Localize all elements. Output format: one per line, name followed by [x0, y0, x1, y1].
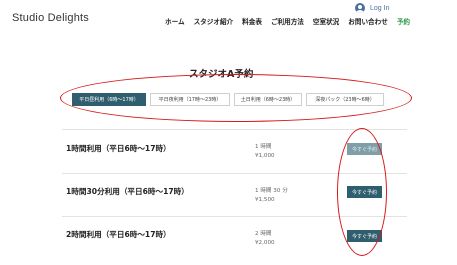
page-title: スタジオA予約: [189, 69, 254, 80]
nav-item-usage[interactable]: ご利用方法: [271, 16, 304, 26]
plan-name: 1時間利用（平日6時〜17時）: [66, 144, 171, 153]
nav-item-availability[interactable]: 空室状況: [313, 16, 339, 26]
divider: [62, 129, 407, 130]
plan-name: 1時間30分利用（平日6時〜17時）: [66, 187, 189, 196]
plan-name: 2時間利用（平日6時〜17時）: [66, 230, 171, 239]
nav-item-studio[interactable]: スタジオ紹介: [194, 16, 234, 26]
divider: [62, 173, 407, 174]
book-now-button[interactable]: 今すぐ予約: [347, 186, 382, 198]
login-link[interactable]: Log In: [355, 2, 389, 14]
plan-price: ¥1,500: [255, 197, 275, 203]
plan-duration: 1 時間: [255, 144, 272, 150]
nav-item-contact[interactable]: お問い合わせ: [348, 16, 388, 26]
site-logo-text[interactable]: Studio Delights: [12, 12, 89, 24]
tab-weekday-night[interactable]: 平日夜利用（17時〜23時）: [150, 93, 230, 106]
book-now-button[interactable]: 今すぐ予約: [347, 230, 382, 242]
tab-weekend[interactable]: 土日利用（6時〜23時）: [234, 93, 302, 106]
plan-duration: 2 時間: [255, 231, 272, 237]
main-nav: ホーム スタジオ紹介 料金表 ご利用方法 空室状況 お問い合わせ 予約: [165, 16, 410, 26]
plan-price: ¥2,000: [255, 240, 275, 246]
nav-item-booking[interactable]: 予約: [397, 16, 410, 26]
user-avatar-icon: [355, 3, 365, 13]
plan-price: ¥1,000: [255, 153, 275, 159]
nav-item-pricing[interactable]: 料金表: [242, 16, 262, 26]
login-label: Log In: [370, 4, 390, 12]
book-now-button[interactable]: 今すぐ予約: [347, 143, 382, 155]
nav-item-home[interactable]: ホーム: [165, 16, 185, 26]
plan-tabs: 平日昼利用（6時〜17時） 平日夜利用（17時〜23時） 土日利用（6時〜23時…: [72, 93, 384, 106]
tab-late-night[interactable]: 深夜パック（23時〜6時）: [306, 93, 384, 106]
divider: [62, 216, 407, 217]
tab-weekday-day[interactable]: 平日昼利用（6時〜17時）: [72, 93, 146, 106]
plan-duration: 1 時間 30 分: [255, 188, 288, 194]
